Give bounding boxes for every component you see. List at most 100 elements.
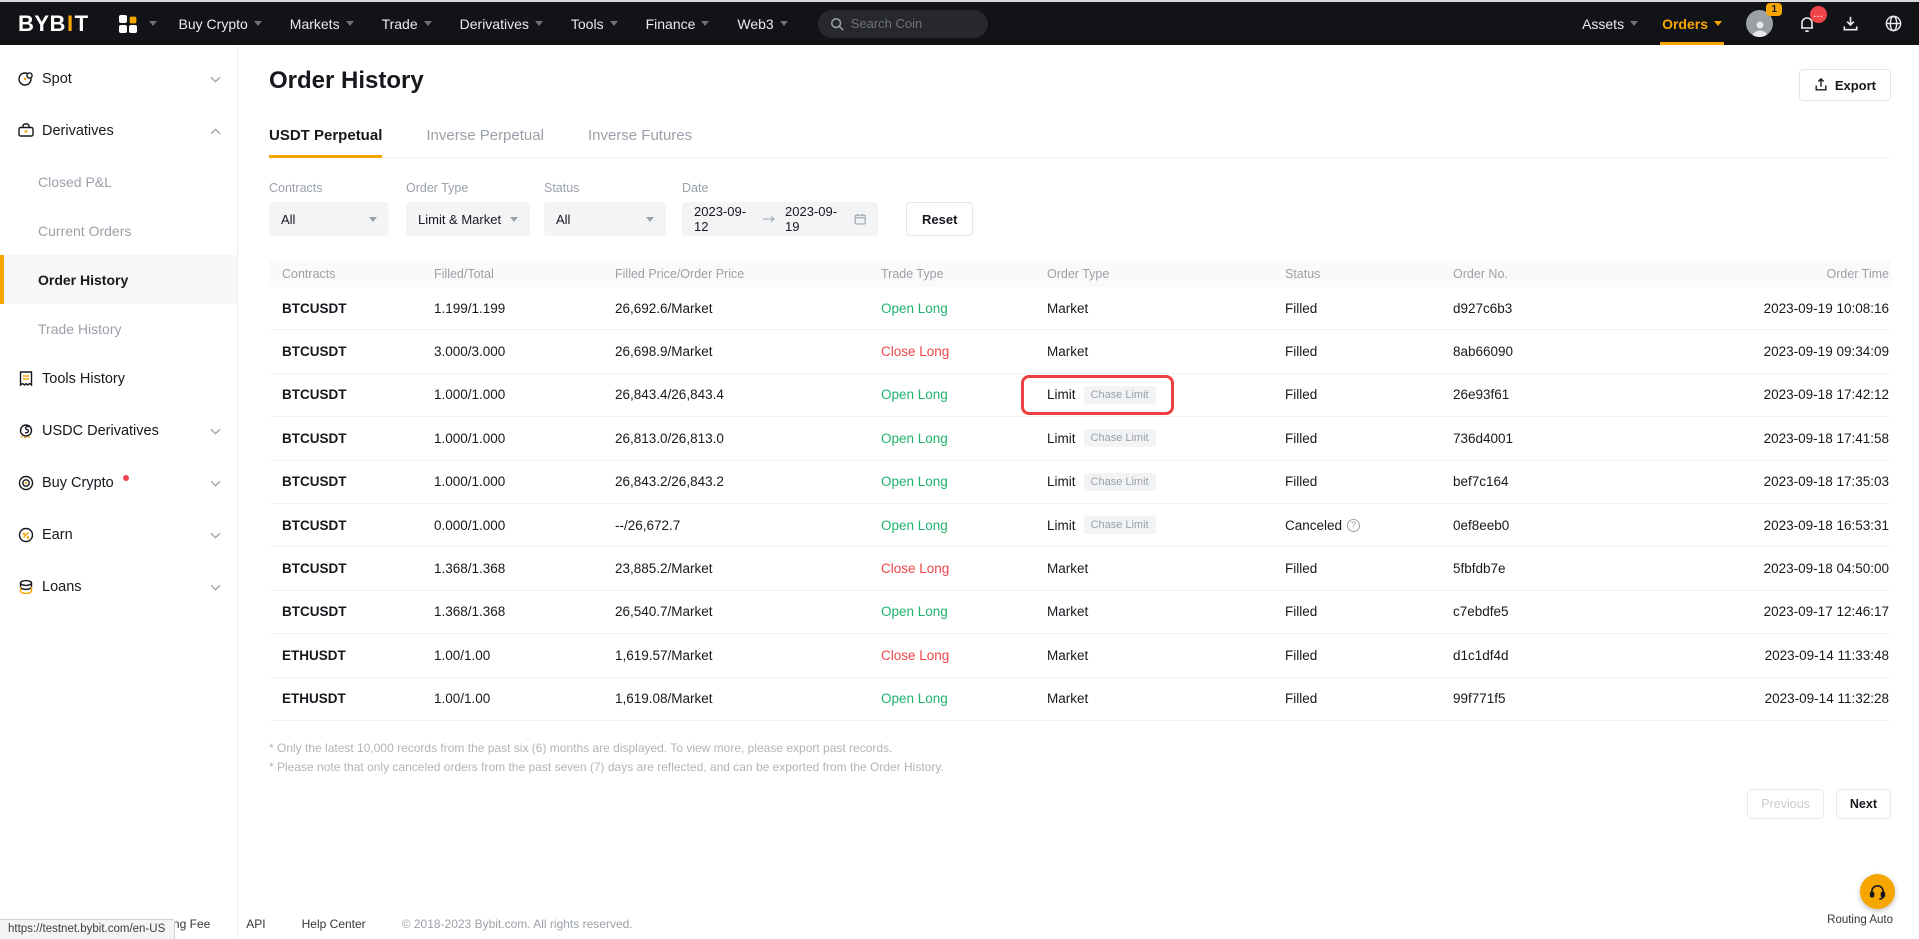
chevron-down-icon <box>424 21 432 26</box>
spot-icon <box>17 70 35 88</box>
sidebar-item-loans[interactable]: Loans <box>0 561 237 613</box>
cell-order-time: 2023-09-14 11:32:28 <box>1643 691 1891 706</box>
chevron-down-icon <box>210 428 221 435</box>
chevron-up-icon <box>210 123 221 139</box>
cell-contract: BTCUSDT <box>282 561 434 576</box>
cell-status: Filled <box>1285 387 1453 402</box>
arrow-right-icon <box>763 215 775 223</box>
notification-dot <box>123 475 129 481</box>
sidebar-item-usdc-derivatives[interactable]: USDC Derivatives <box>0 405 237 457</box>
nav-menu-item-trade[interactable]: Trade <box>382 16 432 32</box>
cell-filled-price: 1,619.57/Market <box>615 648 881 663</box>
assets-caret-icon <box>1630 21 1638 26</box>
order-type-dropdown[interactable]: Limit & Market <box>406 202 530 236</box>
footer-link-api[interactable]: API <box>246 917 265 931</box>
search-box[interactable] <box>818 10 988 38</box>
sidebar-item-closed-p-l[interactable]: Closed P&L <box>0 157 237 206</box>
sidebar-item-order-history[interactable]: Order History <box>0 255 237 304</box>
profile-avatar[interactable]: 1 <box>1746 10 1773 37</box>
date-from[interactable]: 2023-09-12 <box>694 204 753 234</box>
cell-status: Filled <box>1285 431 1453 446</box>
language-button[interactable] <box>1884 14 1903 33</box>
download-button[interactable] <box>1841 14 1860 33</box>
nav-orders[interactable]: Orders <box>1662 2 1722 45</box>
cell-order-type: Market <box>1047 604 1285 619</box>
cell-order-time: 2023-09-19 09:34:09 <box>1643 344 1891 359</box>
search-input[interactable] <box>851 16 971 31</box>
date-to[interactable]: 2023-09-19 <box>785 204 844 234</box>
tab-bar: USDT Perpetual Inverse Perpetual Inverse F… <box>269 127 1891 158</box>
cell-trade-type: Close Long <box>881 344 1047 359</box>
chase-limit-badge: Chase Limit <box>1084 516 1156 534</box>
nav-menu-item-markets[interactable]: Markets <box>290 16 354 32</box>
cell-order-time: 2023-09-18 17:35:03 <box>1643 474 1891 489</box>
sidebar-item-tools-history[interactable]: Tools History <box>0 353 237 405</box>
chevron-up-icon <box>210 128 221 135</box>
cell-filled-price: 26,698.9/Market <box>615 344 881 359</box>
cell-contract: BTCUSDT <box>282 344 434 359</box>
nav-menu-item-buy-crypto[interactable]: Buy Crypto <box>179 16 262 32</box>
cell-filled-price: 23,885.2/Market <box>615 561 881 576</box>
table-row: ETHUSDT 1.00/1.00 1,619.08/Market Open L… <box>269 678 1891 721</box>
tab-usdt-perpetual[interactable]: USDT Perpetual <box>269 127 382 157</box>
bybit-logo[interactable]: BYBIT <box>18 11 89 37</box>
copyright: © 2018-2023 Bybit.com. All rights reserv… <box>402 917 633 931</box>
reset-button[interactable]: Reset <box>906 202 973 236</box>
sidebar-item-earn[interactable]: Earn <box>0 509 237 561</box>
help-icon[interactable]: ? <box>1347 519 1360 532</box>
export-button[interactable]: Export <box>1799 69 1891 101</box>
cell-filled-price: 26,540.7/Market <box>615 604 881 619</box>
cell-filled-total: 1.00/1.00 <box>434 691 615 706</box>
status-dropdown[interactable]: All <box>544 202 666 236</box>
support-chat-button[interactable] <box>1860 874 1895 909</box>
cell-order-no: d927c6b3 <box>1453 301 1643 316</box>
cell-filled-total: 0.000/1.000 <box>434 518 615 533</box>
earn-icon <box>17 526 35 544</box>
cell-contract: BTCUSDT <box>282 518 434 533</box>
status-filter-label: Status <box>544 181 666 195</box>
nav-menu-item-finance[interactable]: Finance <box>646 16 710 32</box>
cell-order-time: 2023-09-17 12:46:17 <box>1643 604 1891 619</box>
contracts-filter-label: Contracts <box>269 181 389 195</box>
nav-assets[interactable]: Assets <box>1582 16 1638 32</box>
previous-button[interactable]: Previous <box>1747 789 1824 819</box>
routing-label[interactable]: Routing Auto <box>1827 914 1893 926</box>
nav-menu-item-derivatives[interactable]: Derivatives <box>460 16 543 32</box>
order-history-table: ContractsFilled/TotalFilled Price/Order … <box>269 260 1891 721</box>
avatar-badge: 1 <box>1766 3 1782 16</box>
filter-bar: Contracts All Order Type Limit & Market … <box>269 181 1891 236</box>
notifications-button[interactable]: ... <box>1797 14 1817 34</box>
sidebar-item-current-orders[interactable]: Current Orders <box>0 206 237 255</box>
chevron-down-icon <box>510 217 518 222</box>
headset-icon <box>1868 882 1887 901</box>
nav-menu-item-tools[interactable]: Tools <box>571 16 618 32</box>
chevron-down-icon <box>646 217 654 222</box>
chevron-down-icon <box>210 76 221 83</box>
table-row: BTCUSDT 1.000/1.000 26,843.2/26,843.2 Op… <box>269 461 1891 504</box>
chase-limit-badge: Chase Limit <box>1084 429 1156 447</box>
cell-order-type: Market <box>1047 561 1285 576</box>
chevron-down-icon <box>346 21 354 26</box>
tab-inverse-futures[interactable]: Inverse Futures <box>588 127 692 157</box>
cell-order-type: Limit Chase Limit <box>1047 473 1285 491</box>
footer-link-help-center[interactable]: Help Center <box>302 917 366 931</box>
sidebar-item-trade-history[interactable]: Trade History <box>0 304 237 353</box>
date-range-picker[interactable]: 2023-09-12 2023-09-19 <box>682 202 878 236</box>
sidebar-item-buy-crypto[interactable]: Buy Crypto <box>0 457 237 509</box>
table-row: BTCUSDT 1.000/1.000 26,843.4/26,843.4 Op… <box>269 374 1891 417</box>
cell-order-no: 8ab66090 <box>1453 344 1643 359</box>
chevron-down-icon <box>369 217 377 222</box>
tab-inverse-perpetual[interactable]: Inverse Perpetual <box>426 127 544 157</box>
table-header: ContractsFilled/TotalFilled Price/Order … <box>269 260 1891 287</box>
tools-history-icon <box>17 370 35 388</box>
nav-menu-item-web3[interactable]: Web3 <box>737 16 787 32</box>
cell-contract: ETHUSDT <box>282 648 434 663</box>
apps-grid-icon[interactable] <box>119 15 137 33</box>
cell-order-time: 2023-09-18 04:50:00 <box>1643 561 1891 576</box>
sidebar-item-derivatives[interactable]: Derivatives <box>0 105 237 157</box>
chevron-down-icon <box>210 527 221 543</box>
next-button[interactable]: Next <box>1836 789 1891 819</box>
contracts-dropdown[interactable]: All <box>269 202 389 236</box>
chevron-down-icon <box>701 21 709 26</box>
sidebar-item-spot[interactable]: Spot <box>0 53 237 105</box>
